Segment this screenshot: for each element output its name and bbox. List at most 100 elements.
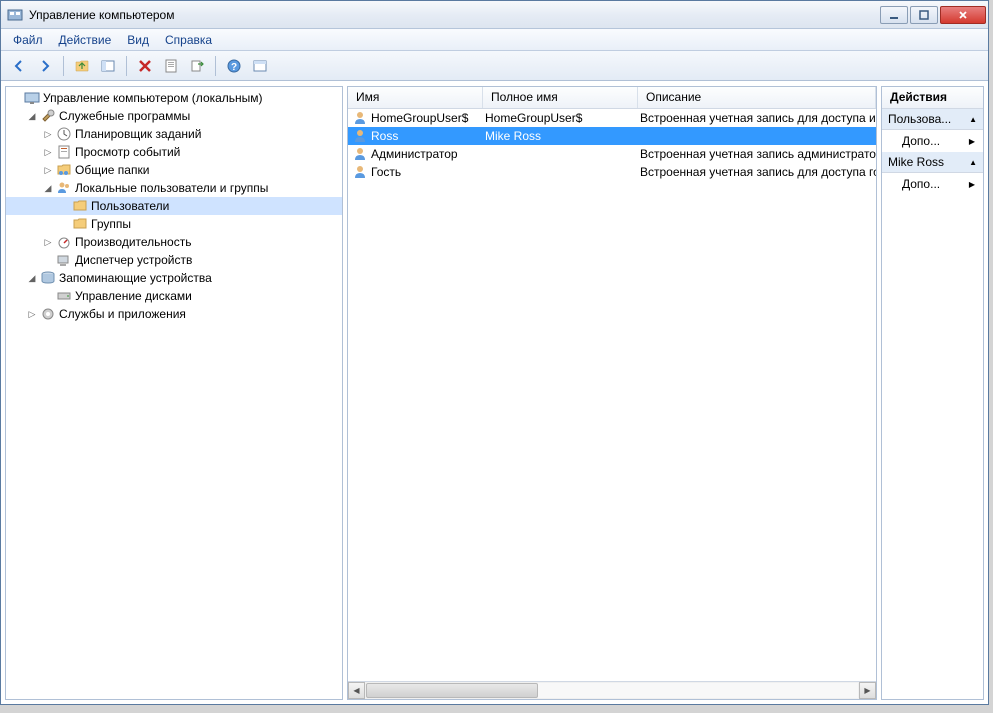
cell-name: Ross — [348, 127, 483, 145]
tree-label: Группы — [91, 217, 131, 231]
tree-label: Локальные пользователи и группы — [75, 181, 268, 195]
user-icon — [352, 146, 368, 162]
tree-storage[interactable]: ◢ Запоминающие устройства — [6, 269, 342, 287]
list-row[interactable]: Гость Встроенная учетная запись для досту… — [348, 163, 876, 181]
delete-button[interactable] — [133, 54, 157, 78]
tree-users[interactable]: Пользователи — [6, 197, 342, 215]
tree-pane[interactable]: Управление компьютером (локальным) ◢ Слу… — [5, 86, 343, 700]
tree-label: Планировщик заданий — [75, 127, 201, 141]
help-button[interactable]: ? — [222, 54, 246, 78]
tree-shared-folders[interactable]: ▷ Общие папки — [6, 161, 342, 179]
menu-view[interactable]: Вид — [119, 31, 157, 49]
tree-event-viewer[interactable]: ▷ Просмотр событий — [6, 143, 342, 161]
toolbar-separator — [63, 56, 64, 76]
close-button[interactable] — [940, 6, 986, 24]
expander-icon[interactable]: ◢ — [40, 183, 56, 194]
expander-icon[interactable]: ▷ — [40, 165, 56, 176]
cell-fullname: Mike Ross — [483, 128, 638, 144]
cell-description: Встроенная учетная запись администратора — [638, 146, 876, 162]
app-icon — [7, 7, 23, 23]
actions-group-label: Mike Ross — [888, 155, 944, 169]
collapse-icon: ▲ — [969, 115, 977, 124]
expander-icon[interactable]: ▷ — [40, 147, 56, 158]
expander-icon[interactable]: ◢ — [24, 273, 40, 284]
minimize-button[interactable] — [880, 6, 908, 24]
scroll-thumb[interactable] — [366, 683, 538, 698]
menu-help[interactable]: Справка — [157, 31, 220, 49]
expander-icon[interactable]: ▷ — [40, 129, 56, 140]
cell-description: Встроенная учетная запись для доступа го… — [638, 164, 876, 180]
tree-label: Пользователи — [91, 199, 169, 213]
scroll-track[interactable] — [366, 683, 858, 698]
column-header-description[interactable]: Описание — [638, 87, 876, 108]
tree-local-users-groups[interactable]: ◢ Локальные пользователи и группы — [6, 179, 342, 197]
list-row[interactable]: RossMike Ross — [348, 127, 876, 145]
actions-group-label: Пользова... — [888, 112, 951, 126]
actions-link-label: Допо... — [902, 134, 940, 148]
tree-device-manager[interactable]: Диспетчер устройств — [6, 251, 342, 269]
user-icon — [352, 164, 368, 180]
folder-icon — [72, 198, 88, 214]
list-row[interactable]: Администратор Встроенная учетная запись а… — [348, 145, 876, 163]
tree-label: Служебные программы — [59, 109, 190, 123]
tree-performance[interactable]: ▷ Производительность — [6, 233, 342, 251]
chevron-right-icon: ▶ — [969, 137, 975, 146]
forward-button[interactable] — [33, 54, 57, 78]
tree-task-scheduler[interactable]: ▷ Планировщик заданий — [6, 125, 342, 143]
cell-name: Гость — [348, 163, 483, 181]
cell-name: Администратор — [348, 145, 483, 163]
actions-more-1[interactable]: Допо... ▶ — [882, 130, 983, 152]
svg-text:?: ? — [231, 62, 237, 73]
list-pane: Имя Полное имя Описание HomeGroupUser$Ho… — [347, 86, 877, 700]
actions-group-selected[interactable]: Mike Ross ▲ — [882, 152, 983, 173]
toolbar: ? — [1, 51, 988, 81]
tree-label: Просмотр событий — [75, 145, 180, 159]
cell-description — [638, 135, 876, 137]
expander-icon[interactable]: ◢ — [24, 111, 40, 122]
menu-file[interactable]: Файл — [5, 31, 51, 49]
properties-button[interactable] — [159, 54, 183, 78]
column-header-name[interactable]: Имя — [348, 87, 483, 108]
tree-services-apps[interactable]: ▷ Службы и приложения — [6, 305, 342, 323]
toolbar-separator — [215, 56, 216, 76]
tree-root[interactable]: Управление компьютером (локальным) — [6, 89, 342, 107]
cell-description: Встроенная учетная запись для доступа из… — [638, 110, 876, 126]
list-body[interactable]: HomeGroupUser$HomeGroupUser$Встроенная у… — [348, 109, 876, 681]
refresh-button[interactable] — [248, 54, 272, 78]
collapse-icon: ▲ — [969, 158, 977, 167]
expander-icon[interactable]: ▷ — [24, 309, 40, 320]
services-icon — [40, 306, 56, 322]
shared-folder-icon — [56, 162, 72, 178]
tree-label: Общие папки — [75, 163, 149, 177]
maximize-button[interactable] — [910, 6, 938, 24]
expander-icon[interactable]: ▷ — [40, 237, 56, 248]
back-button[interactable] — [7, 54, 31, 78]
tree-label: Диспетчер устройств — [75, 253, 192, 267]
window-buttons — [878, 6, 986, 24]
window-title: Управление компьютером — [29, 8, 878, 22]
tree-disk-management[interactable]: Управление дисками — [6, 287, 342, 305]
show-hide-tree-button[interactable] — [96, 54, 120, 78]
device-icon — [56, 252, 72, 268]
main-window: Управление компьютером Файл Действие Вид… — [0, 0, 989, 705]
actions-pane: Действия Пользова... ▲ Допо... ▶ Mike Ro… — [881, 86, 984, 700]
cell-fullname — [483, 153, 638, 155]
tree-groups[interactable]: Группы — [6, 215, 342, 233]
list-row[interactable]: HomeGroupUser$HomeGroupUser$Встроенная у… — [348, 109, 876, 127]
export-button[interactable] — [185, 54, 209, 78]
tree-label: Управление компьютером (локальным) — [43, 91, 263, 105]
actions-more-2[interactable]: Допо... ▶ — [882, 173, 983, 195]
tree-system-tools[interactable]: ◢ Служебные программы — [6, 107, 342, 125]
scroll-left-button[interactable]: ◀ — [348, 682, 365, 699]
menu-action[interactable]: Действие — [51, 31, 120, 49]
scroll-right-button[interactable]: ▶ — [859, 682, 876, 699]
up-button[interactable] — [70, 54, 94, 78]
actions-link-label: Допо... — [902, 177, 940, 191]
cell-name: HomeGroupUser$ — [348, 109, 483, 127]
storage-icon — [40, 270, 56, 286]
tree-label: Запоминающие устройства — [59, 271, 212, 285]
actions-group-users[interactable]: Пользова... ▲ — [882, 109, 983, 130]
user-icon — [352, 110, 368, 126]
horizontal-scrollbar[interactable]: ◀ ▶ — [348, 681, 876, 699]
column-header-fullname[interactable]: Полное имя — [483, 87, 638, 108]
